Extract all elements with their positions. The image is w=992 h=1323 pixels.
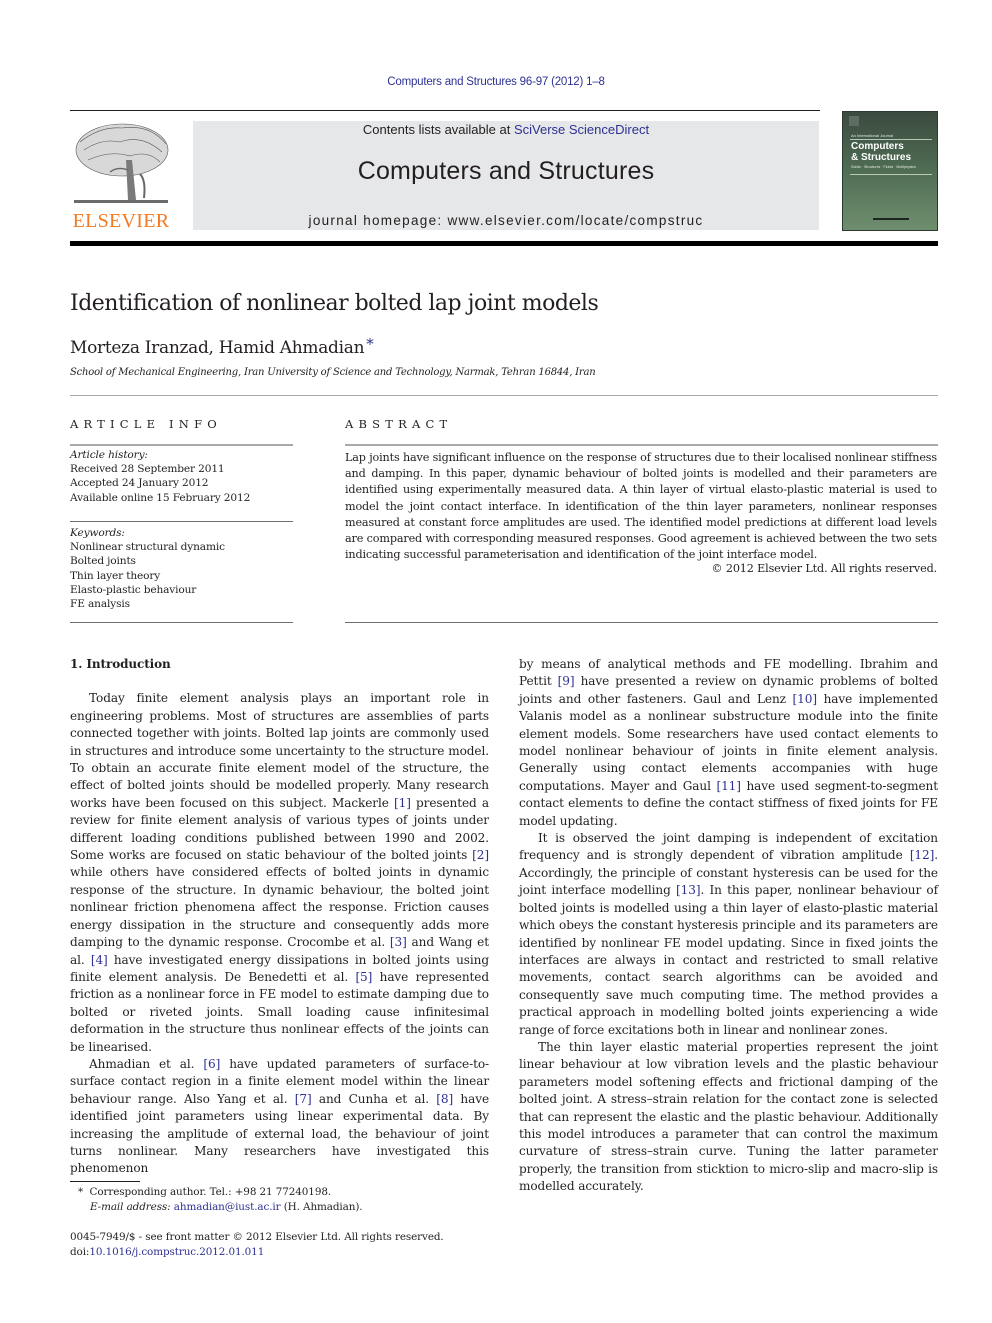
divider (70, 622, 293, 623)
reference-link[interactable]: [13] (676, 883, 701, 897)
keyword: FE analysis (70, 598, 130, 611)
history-accepted: Accepted 24 January 2012 (70, 477, 209, 490)
journal-cover[interactable]: An International Journal Computers & Stru… (842, 111, 938, 231)
sciencedirect-link[interactable]: SciVerse ScienceDirect (514, 122, 649, 137)
footnote-rule (70, 1181, 140, 1182)
article-history: Article history: Received 28 September 2… (70, 448, 250, 505)
header-thick-rule (70, 241, 938, 246)
cover-rule (850, 174, 932, 175)
text-run: . In this paper, nonlinear behaviour of … (519, 883, 938, 1037)
text-run: Computers (851, 141, 904, 152)
text-run: * (78, 1186, 84, 1198)
text-run: E-mail address: (90, 1200, 171, 1213)
divider (345, 444, 938, 446)
affiliation: School of Mechanical Engineering, Iran U… (70, 367, 596, 378)
keywords: Keywords: Nonlinear structural dynamic B… (70, 526, 225, 611)
divider (70, 444, 293, 446)
reference-link[interactable]: [8] (436, 1092, 453, 1106)
corresponding-author-mark[interactable]: * (366, 335, 374, 353)
cover-subtitle: Solids · Structures · Fluids · Multiphys… (851, 165, 916, 169)
reference-link[interactable]: [12] (910, 848, 935, 862)
text-run: (H. Ahmadian). (280, 1200, 363, 1213)
body-column-right: by means of analytical methods and FE mo… (519, 656, 938, 1196)
reference-link[interactable]: [10] (793, 692, 818, 706)
paragraph: It is observed the joint damping is inde… (519, 830, 938, 1039)
footnote: * Corresponding author. Tel.: +98 21 772… (70, 1185, 363, 1214)
reference-link[interactable]: [9] (558, 674, 575, 688)
doi-line: doi:10.1016/j.compstruc.2012.01.011 (70, 1245, 444, 1260)
text-run: Corresponding author. Tel.: +98 21 77240… (89, 1186, 332, 1198)
text-run: & Structures (851, 152, 912, 163)
paragraph: by means of analytical methods and FE mo… (519, 656, 938, 830)
abstract-heading: ABSTRACT (345, 417, 453, 431)
reference-link[interactable]: [3] (390, 935, 407, 949)
journal-title: Computers and Structures (357, 157, 655, 185)
keyword: Nonlinear structural dynamic (70, 541, 225, 554)
text-run: Today finite element analysis plays an i… (70, 691, 489, 810)
author-list: Morteza Iranzad, Hamid Ahmadian * (70, 335, 374, 358)
cover-rule (850, 139, 932, 140)
elsevier-logo[interactable]: ELSEVIER (70, 120, 172, 232)
email-note: E-mail address: ahmadian@iust.ac.ir (H. … (70, 1200, 363, 1215)
divider (70, 395, 938, 396)
reference-link[interactable]: [5] (355, 970, 372, 984)
text-run: Ahmadian et al. (89, 1056, 204, 1071)
elsevier-wordmark: ELSEVIER (72, 210, 170, 232)
reference-link[interactable]: [4] (91, 953, 108, 967)
corresponding-note: * Corresponding author. Tel.: +98 21 772… (70, 1185, 363, 1200)
header-rule (70, 110, 820, 111)
contents-line: Contents lists available at SciVerse Sci… (193, 122, 819, 137)
divider (345, 622, 938, 623)
section-heading: 1. Introduction (70, 657, 171, 671)
text-run: It is observed the joint damping is inde… (519, 831, 938, 863)
cover-title: Computers & Structures (851, 141, 911, 163)
history-label: Article history: (70, 449, 148, 461)
journal-banner: Contents lists available at SciVerse Sci… (193, 121, 819, 230)
history-received: Received 28 September 2011 (70, 463, 225, 476)
doi-link[interactable]: 10.1016/j.compstruc.2012.01.011 (89, 1246, 264, 1258)
paragraph: Today finite element analysis plays an i… (70, 690, 489, 1056)
text-run: Contents lists available at (362, 122, 514, 137)
tree-icon (74, 123, 169, 203)
reference-link[interactable]: [2] (472, 848, 489, 862)
journal-citation[interactable]: Computers and Structures 96-97 (2012) 1–… (0, 76, 992, 88)
reference-link[interactable]: [11] (716, 779, 741, 793)
email-link[interactable]: ahmadian@iust.ac.ir (174, 1201, 281, 1213)
text-run: Morteza Iranzad, Hamid Ahmadian (70, 338, 365, 358)
article-info-heading: ARTICLE INFO (70, 417, 222, 431)
body-column-left: 1. Introduction Today finite element ana… (70, 656, 489, 1178)
abstract-text: Lap joints have significant influence on… (345, 451, 937, 562)
article-meta: 0045-7949/$ - see front matter © 2012 El… (70, 1230, 444, 1259)
issn-line: 0045-7949/$ - see front matter © 2012 El… (70, 1231, 444, 1243)
cover-kicker: An International Journal (851, 133, 894, 138)
keyword: Thin layer theory (70, 569, 161, 582)
abstract-copyright: © 2012 Elsevier Ltd. All rights reserved… (711, 562, 937, 575)
text-run: have implemented Valanis model as a nonl… (519, 691, 938, 793)
reference-link[interactable]: [6] (203, 1057, 220, 1071)
paragraph: Ahmadian et al. [6] have updated paramet… (70, 1056, 489, 1178)
history-online: Available online 15 February 2012 (70, 491, 251, 504)
text-run: and Cunha et al. (311, 1091, 437, 1106)
reference-link[interactable]: [1] (394, 796, 411, 810)
journal-homepage[interactable]: journal homepage: www.elsevier.com/locat… (193, 213, 819, 228)
keyword: Elasto-plastic behaviour (70, 583, 197, 596)
article-title: Identification of nonlinear bolted lap j… (70, 291, 599, 316)
divider (70, 521, 293, 522)
keyword: Bolted joints (70, 555, 136, 568)
paragraph: The thin layer elastic material properti… (519, 1039, 938, 1194)
cover-footer-mark (873, 218, 909, 220)
text-run: doi: (70, 1245, 90, 1258)
reference-link[interactable]: [7] (295, 1092, 312, 1106)
cover-logo-icon (849, 116, 859, 126)
keywords-label: Keywords: (70, 527, 125, 539)
